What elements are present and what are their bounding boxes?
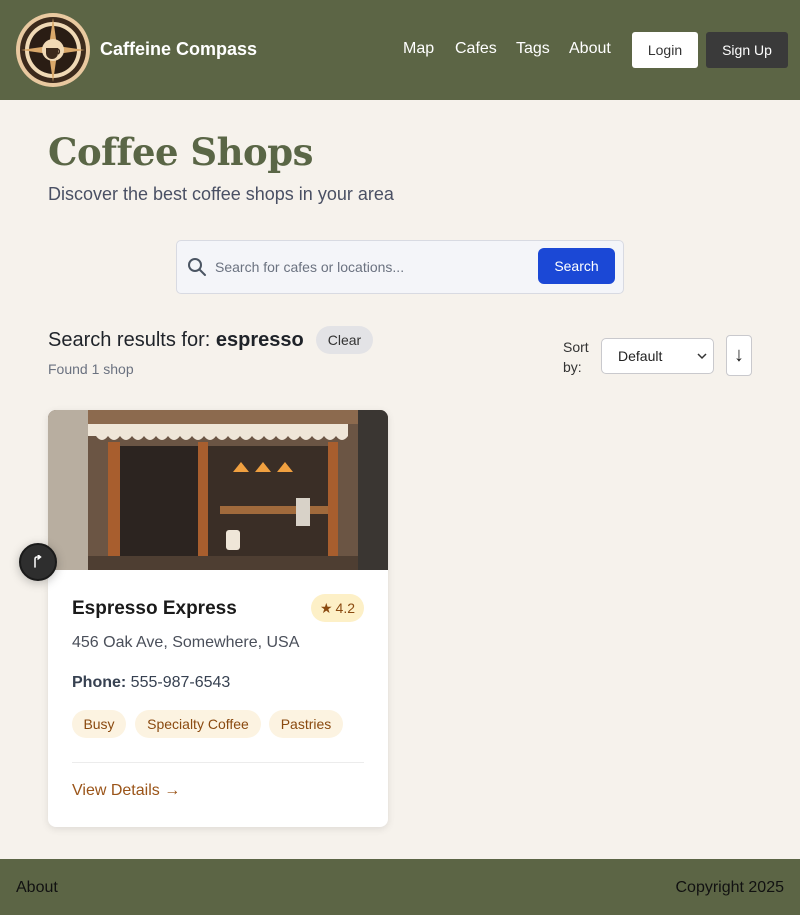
site-header: Caffeine Compass Map Cafes Tags About Lo… bbox=[0, 0, 800, 100]
tag-chip[interactable]: Busy bbox=[72, 710, 126, 738]
tag-chip[interactable]: Pastries bbox=[269, 710, 343, 738]
login-button[interactable]: Login bbox=[632, 32, 698, 68]
cafe-card[interactable]: Espresso Express ★ 4.2 456 Oak Ave, Some… bbox=[48, 410, 388, 827]
clear-search-button[interactable]: Clear bbox=[316, 326, 373, 354]
search-button[interactable]: Search bbox=[538, 248, 615, 284]
rating-value: 4.2 bbox=[335, 600, 356, 616]
search-icon bbox=[188, 258, 206, 276]
floating-action-button[interactable] bbox=[19, 543, 57, 581]
results-heading: Search results for: espresso bbox=[48, 329, 304, 352]
nav-about[interactable]: About bbox=[569, 40, 611, 58]
phone-label: Phone: bbox=[72, 674, 127, 691]
brand-name[interactable]: Caffeine Compass bbox=[100, 39, 257, 60]
page-subtitle: Discover the best coffee shops in your a… bbox=[48, 184, 394, 204]
sort-direction-button[interactable]: ↓ bbox=[726, 335, 752, 376]
page-title: Coffee Shops bbox=[48, 130, 313, 174]
star-icon: ★ bbox=[319, 599, 333, 616]
sort-select[interactable]: Default bbox=[601, 338, 714, 374]
cafe-address: 456 Oak Ave, Somewhere, USA bbox=[72, 634, 300, 651]
compass-coffee-logo-icon[interactable] bbox=[15, 12, 91, 88]
view-details-link[interactable]: View Details → bbox=[72, 782, 180, 800]
card-divider bbox=[72, 762, 364, 763]
search-bar: Search bbox=[176, 240, 624, 294]
phone-number: 555-987-6543 bbox=[130, 674, 231, 691]
results-prefix: Search results for: bbox=[48, 329, 211, 351]
nav-map[interactable]: Map bbox=[403, 40, 434, 58]
search-input[interactable] bbox=[215, 248, 533, 286]
results-query: espresso bbox=[215, 329, 304, 351]
cafe-phone: Phone: 555-987-6543 bbox=[72, 674, 230, 692]
footer-copyright: Copyright 2025 bbox=[675, 879, 784, 896]
signup-button[interactable]: Sign Up bbox=[706, 32, 788, 68]
tag-chip[interactable]: Specialty Coffee bbox=[135, 710, 261, 738]
chevron-down-icon bbox=[697, 353, 707, 360]
sort-label: Sort by: bbox=[563, 339, 589, 375]
results-count: Found 1 shop bbox=[48, 361, 134, 377]
sort-select-value: Default bbox=[618, 348, 663, 364]
cursor-arrow-icon bbox=[34, 555, 42, 568]
nav-cafes[interactable]: Cafes bbox=[455, 40, 497, 58]
cafe-photo bbox=[48, 410, 388, 570]
nav-tags[interactable]: Tags bbox=[516, 40, 550, 58]
footer-about-link[interactable]: About bbox=[16, 879, 58, 897]
cafe-name[interactable]: Espresso Express bbox=[72, 598, 237, 620]
rating-badge: ★ 4.2 bbox=[311, 594, 364, 622]
site-footer: About Copyright 2025 bbox=[0, 859, 800, 915]
